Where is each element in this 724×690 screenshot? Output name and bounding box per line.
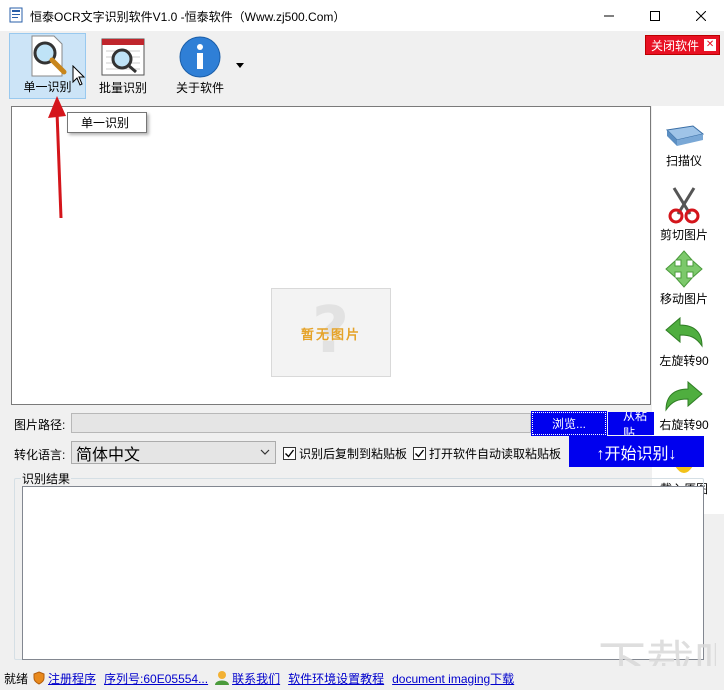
auto-read-checkbox[interactable] [413, 447, 426, 460]
shield-icon [33, 671, 45, 685]
register-link[interactable]: 注册程序 [48, 670, 96, 687]
single-recognize-label: 单一识别 [23, 80, 72, 94]
move-image-button[interactable]: 移动图片 [654, 250, 714, 307]
window-title: 恒泰OCR文字识别软件V1.0 -恒泰软件（Www.zj500.Com） [30, 10, 346, 24]
about-software-label: 关于软件 [175, 81, 224, 95]
move-image-label: 移动图片 [659, 292, 708, 306]
batch-recognize-label: 批量识别 [98, 81, 147, 95]
image-path-label: 图片路径: [14, 418, 66, 432]
copy-after-checkbox[interactable] [283, 447, 296, 460]
close-window-button[interactable] [678, 0, 724, 31]
start-recognize-button[interactable]: ↑开始识别↓ [569, 436, 704, 467]
checkmark-icon [415, 449, 425, 458]
scanner-icon [665, 125, 705, 146]
maximize-button[interactable] [632, 0, 678, 31]
chevron-down-icon [260, 449, 270, 455]
load-original-icon [675, 466, 693, 473]
close-icon [696, 10, 706, 21]
serial-link[interactable]: 序列号:60E05554... [104, 670, 208, 687]
tutorial-link[interactable]: 软件环境设置教程 [288, 670, 384, 687]
contact-person-icon [215, 671, 230, 685]
auto-read-label: 打开软件自动读取粘贴板 [429, 447, 562, 461]
cursor-icon [72, 65, 86, 86]
title-bar: 恒泰OCR文字识别软件V1.0 -恒泰软件（Www.zj500.Com） [0, 0, 724, 31]
about-software-button[interactable]: 关于软件 [168, 33, 232, 99]
magnifier-document-icon [31, 35, 66, 77]
rotate-right-label: 右旋转90 [659, 418, 709, 432]
close-software-label: 关闭软件 [651, 38, 700, 53]
minimize-icon [604, 15, 614, 16]
scanner-button[interactable]: 扫描仪 [654, 124, 714, 169]
no-image-text: 暂无图片 [300, 327, 361, 342]
language-label: 转化语言: [14, 448, 66, 462]
rotate-right-icon [665, 380, 703, 412]
auto-read-checkbox-row[interactable]: 打开软件自动读取粘贴板 [413, 445, 561, 462]
copy-after-label: 识别后复制到粘贴板 [299, 447, 408, 461]
status-ready: 就绪 [4, 671, 29, 686]
contact-link[interactable]: 联系我们 [232, 670, 280, 687]
crop-image-button[interactable]: 剪切图片 [654, 186, 714, 243]
close-small-icon: ✕ [704, 39, 717, 51]
rotate-left-button[interactable]: 左旋转90 [654, 316, 714, 369]
tooltip: 单一识别 [67, 112, 147, 133]
language-selected-value: 简体中文 [76, 446, 141, 464]
result-legend: 识别结果 [21, 470, 72, 487]
toolbar: 单一识别 批量识别 关于软件 关闭软件 ✕ [0, 31, 724, 101]
batch-recognize-button[interactable]: 批量识别 [92, 33, 154, 99]
image-path-input[interactable] [71, 413, 531, 433]
scissors-icon [668, 187, 700, 224]
scanner-label: 扫描仪 [665, 154, 702, 168]
status-bar: 就绪 注册程序 序列号:60E05554... 联系我们 软件环境设置教程 do… [0, 666, 724, 690]
download-link[interactable]: document imaging下载 [392, 670, 514, 687]
rotate-left-label: 左旋转90 [659, 354, 709, 368]
close-software-button[interactable]: 关闭软件 ✕ [645, 35, 720, 55]
browse-button[interactable]: 浏览... [531, 411, 607, 436]
app-icon [9, 7, 23, 23]
checkmark-icon [285, 449, 295, 458]
batch-magnifier-icon [101, 38, 145, 76]
rotate-right-button[interactable]: 右旋转90 [654, 380, 714, 433]
language-select[interactable]: 简体中文 [71, 441, 276, 464]
from-clipboard-button[interactable]: 从粘贴 [608, 412, 654, 435]
no-image-placeholder: ? 暂无图片 [271, 288, 391, 377]
maximize-icon [650, 10, 660, 21]
info-icon [179, 36, 221, 78]
copy-after-checkbox-row[interactable]: 识别后复制到粘贴板 [283, 445, 407, 462]
crop-image-label: 剪切图片 [659, 228, 708, 242]
dropdown-arrow-icon[interactable] [236, 63, 244, 69]
rotate-left-icon [665, 316, 703, 348]
minimize-button[interactable] [586, 0, 632, 31]
move-arrows-icon [665, 250, 703, 288]
